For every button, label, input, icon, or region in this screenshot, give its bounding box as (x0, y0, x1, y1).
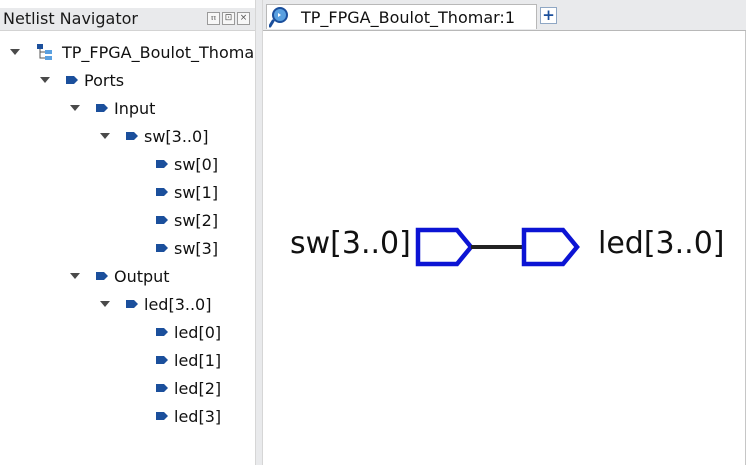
port-icon (156, 384, 168, 392)
schematic-wiring (415, 227, 580, 267)
tree-item-label: Ports (84, 70, 125, 90)
chevron-down-icon[interactable] (10, 49, 20, 55)
chevron-down-icon[interactable] (70, 105, 80, 111)
port-icon (156, 412, 168, 420)
chevron-down-icon[interactable] (100, 133, 110, 139)
port-icon (66, 76, 78, 84)
tree-item-label: led[3] (174, 406, 222, 426)
port-icon (96, 104, 108, 112)
output-port-label: led[3..0] (598, 226, 725, 261)
output-port-symbol[interactable] (521, 227, 580, 267)
panel-splitter[interactable] (255, 0, 263, 465)
restore-icon[interactable]: ⊡ (222, 12, 235, 25)
port-icon (156, 356, 168, 364)
port-icon (126, 132, 138, 140)
tree-item-led-3[interactable]: led[3] (156, 402, 221, 430)
editor-tab-bar: TP_FPGA_Boulot_Thomar:1 + (263, 0, 746, 30)
tree-item-input[interactable]: Input (70, 94, 155, 122)
input-port-label: sw[3..0] (290, 226, 411, 261)
tab-label: TP_FPGA_Boulot_Thomar:1 (301, 7, 515, 27)
tree-item-led-bus[interactable]: led[3..0] (100, 290, 211, 318)
tree-item-sw-0[interactable]: sw[0] (156, 150, 218, 178)
tree-item-label: Input (114, 98, 156, 118)
tree-item-led-2[interactable]: led[2] (156, 374, 221, 402)
tree-item-sw-3[interactable]: sw[3] (156, 234, 218, 262)
add-tab-button[interactable]: + (540, 7, 557, 24)
chevron-down-icon[interactable] (40, 77, 50, 83)
port-icon (156, 328, 168, 336)
tree-item-label: sw[3] (174, 238, 219, 258)
hierarchy-icon (37, 44, 52, 60)
tree-item-label: sw[3..0] (144, 126, 209, 146)
tree-item-sw-2[interactable]: sw[2] (156, 206, 218, 234)
port-icon (156, 160, 168, 168)
tree-item-label: TP_FPGA_Boulot_Thomar (62, 42, 255, 62)
port-icon (156, 188, 168, 196)
tree-item-root[interactable]: TP_FPGA_Boulot_Thomar (10, 38, 255, 66)
pin-icon[interactable]: ⲡ (207, 12, 220, 25)
port-icon (96, 272, 108, 280)
tab-schematic[interactable]: TP_FPGA_Boulot_Thomar:1 (266, 4, 537, 29)
tree-item-label: led[0] (174, 322, 222, 342)
input-port-symbol[interactable] (415, 227, 474, 267)
navigator-header: Netlist Navigator ⲡ ⊡ × (0, 8, 255, 31)
navigator-header-buttons: ⲡ ⊡ × (207, 12, 250, 25)
tree-item-label: Output (114, 266, 170, 286)
chevron-down-icon[interactable] (70, 273, 80, 279)
schematic-canvas[interactable]: sw[3..0] led[3..0] (263, 30, 746, 465)
tree-item-label: led[1] (174, 350, 222, 370)
tree-item-label: sw[2] (174, 210, 219, 230)
tree-item-led-1[interactable]: led[1] (156, 346, 221, 374)
tree-item-label: sw[0] (174, 154, 219, 174)
tree-item-led-0[interactable]: led[0] (156, 318, 221, 346)
magnifier-icon (269, 7, 288, 28)
port-icon (156, 244, 168, 252)
netlist-navigator-panel: Netlist Navigator ⲡ ⊡ × TP_FPGA_Boulot_T… (0, 0, 255, 465)
navigator-title: Netlist Navigator (3, 9, 138, 28)
tree-item-ports[interactable]: Ports (40, 66, 124, 94)
tree-item-output[interactable]: Output (70, 262, 170, 290)
tree-item-label: sw[1] (174, 182, 219, 202)
port-icon (126, 300, 138, 308)
chevron-down-icon[interactable] (100, 301, 110, 307)
tree-item-label: led[3..0] (144, 294, 212, 314)
close-icon[interactable]: × (237, 12, 250, 25)
tree-item-sw-1[interactable]: sw[1] (156, 178, 218, 206)
tree-item-sw-bus[interactable]: sw[3..0] (100, 122, 208, 150)
port-icon (156, 216, 168, 224)
tree-item-label: led[2] (174, 378, 222, 398)
